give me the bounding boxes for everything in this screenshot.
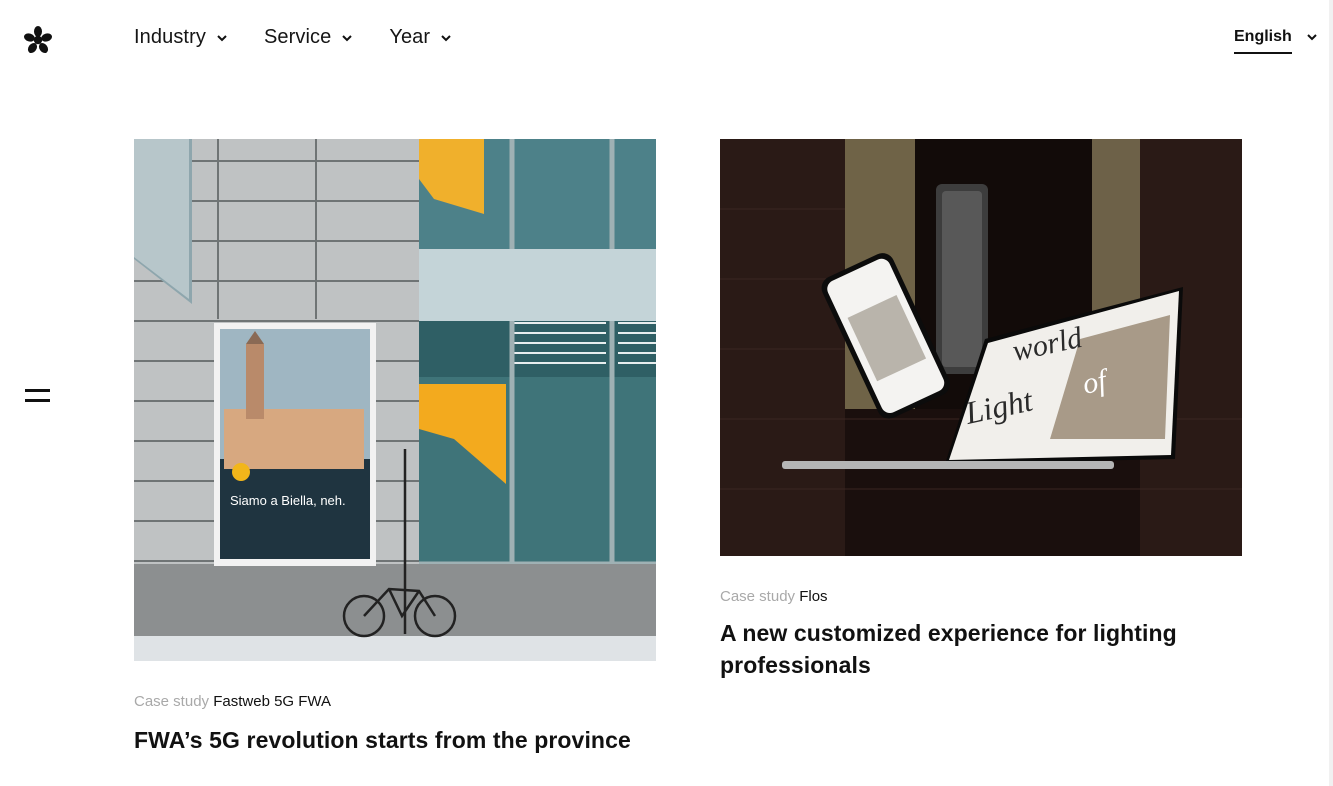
case-study-card-flos[interactable]: world of Light Case study Flos A new cus…	[720, 139, 1242, 681]
case-study-title[interactable]: FWA’s 5G revolution starts from the prov…	[134, 724, 656, 756]
case-study-client: Fastweb 5G FWA	[213, 693, 332, 710]
language-selector[interactable]: English	[1234, 28, 1318, 54]
scrollbar[interactable]	[1329, 0, 1333, 786]
year-filter-label: Year	[389, 26, 431, 48]
service-filter[interactable]: Service	[264, 26, 353, 49]
page: Industry Service Year English Siamo a Bi…	[0, 0, 1333, 786]
case-study-image-flos[interactable]: world of Light	[720, 139, 1242, 556]
case-study-kicker: Case study	[720, 588, 796, 605]
year-filter[interactable]: Year	[389, 26, 452, 49]
industry-filter-label: Industry	[134, 26, 206, 48]
filter-nav: Industry Service Year	[134, 26, 452, 49]
chevron-down-icon	[342, 34, 353, 41]
chevron-down-icon	[441, 34, 451, 41]
case-study-kicker: Case study	[134, 693, 210, 710]
poster-text: Siamo a Biella, neh.	[230, 493, 346, 508]
hamburger-menu-icon[interactable]	[25, 388, 51, 408]
case-study-meta: Case study Fastweb 5G FWA	[134, 693, 656, 710]
industry-filter[interactable]: Industry	[134, 26, 228, 49]
service-filter-label: Service	[263, 26, 332, 48]
case-study-card-fastweb[interactable]: Siamo a Biella, neh. Case study Fastweb …	[134, 139, 656, 756]
case-study-client: Flos	[799, 588, 828, 605]
case-study-image-fastweb[interactable]: Siamo a Biella, neh.	[134, 139, 656, 661]
case-study-title[interactable]: A new customized experience for lighting…	[720, 617, 1200, 681]
case-study-meta: Case study Flos	[720, 588, 1242, 605]
language-label: English	[1234, 28, 1292, 54]
asterisk-flower-icon[interactable]	[24, 26, 52, 54]
chevron-down-icon	[217, 34, 227, 41]
chevron-down-icon	[1307, 34, 1317, 41]
